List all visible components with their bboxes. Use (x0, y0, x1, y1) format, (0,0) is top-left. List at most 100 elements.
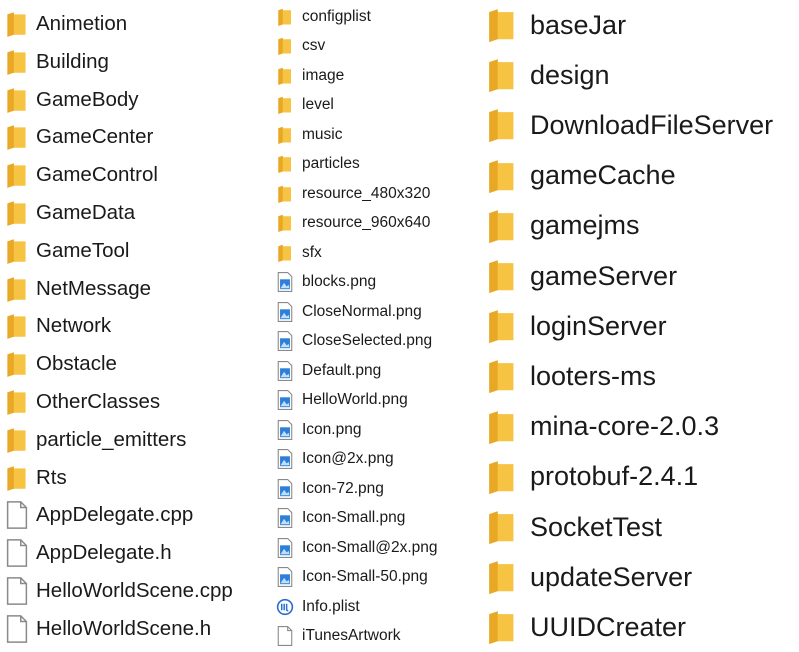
folder-item[interactable]: GameBody (0, 81, 139, 119)
item-label: HelloWorldScene.cpp (36, 579, 233, 602)
folder-item[interactable]: GameTool (0, 232, 129, 270)
folder-item[interactable]: level (270, 91, 334, 120)
folder-icon (276, 94, 294, 116)
item-label: DownloadFileServer (530, 109, 774, 140)
image-file-icon (276, 537, 294, 559)
item-label: Icon-Small-50.png (302, 568, 428, 585)
folder-icon (484, 306, 520, 346)
file-item[interactable]: Icon-Small-50.png (270, 563, 428, 592)
folder-icon (4, 85, 30, 115)
file-item[interactable]: Info.plist (270, 592, 360, 621)
folder-item[interactable]: image (270, 61, 344, 90)
item-label: Icon-72.png (302, 479, 384, 497)
folder-icon (484, 206, 520, 246)
item-label: protobuf-2.4.1 (530, 461, 699, 492)
file-item[interactable]: HelloWorld.png (270, 386, 408, 415)
file-item[interactable]: Icon-Small@2x.png (270, 533, 438, 562)
folder-item[interactable]: NetMessage (0, 270, 151, 308)
folder-item[interactable]: Obstacle (0, 345, 117, 383)
folder-icon (484, 557, 520, 597)
folder-item[interactable]: particle_emitters (0, 421, 186, 459)
file-item[interactable]: Icon@2x.png (270, 445, 394, 474)
folder-item[interactable]: looters-ms (478, 351, 656, 401)
item-label: Icon-Small.png (302, 509, 406, 526)
folder-item[interactable]: baseJar (478, 0, 626, 50)
item-label: Icon.png (302, 420, 362, 438)
folder-item[interactable]: gamejms (478, 201, 640, 251)
file-item[interactable]: iTunesArtwork (270, 622, 400, 651)
item-label: Obstacle (36, 352, 117, 376)
item-label: baseJar (530, 9, 627, 40)
folder-item[interactable]: gameCache (478, 151, 676, 201)
folder-icon (4, 349, 30, 379)
folder-item[interactable]: resource_960x640 (270, 209, 430, 238)
folder-icon (484, 256, 520, 296)
folder-icon (484, 105, 520, 145)
folder-icon (276, 35, 294, 57)
item-label: AppDelegate.h (36, 541, 172, 565)
file-item[interactable]: Default.png (270, 356, 381, 385)
folder-item[interactable]: sfx (270, 238, 322, 267)
folder-item[interactable]: SocketTest (478, 502, 662, 552)
folder-item[interactable]: GameCenter (0, 118, 153, 156)
item-label: HelloWorldScene.h (36, 616, 212, 640)
folder-item[interactable]: Animetion (0, 5, 127, 43)
item-label: GameData (36, 201, 136, 224)
folder-item[interactable]: music (270, 120, 342, 149)
item-label: UUIDCreater (530, 611, 687, 642)
folder-icon (484, 5, 520, 45)
folder-item[interactable]: DownloadFileServer (478, 100, 773, 150)
folder-icon (4, 9, 30, 39)
folder-item[interactable]: mina-core-2.0.3 (478, 402, 719, 452)
file-icon (4, 500, 30, 530)
file-item[interactable]: HelloWorldScene.cpp (0, 572, 233, 610)
item-label: Network (36, 314, 112, 338)
folder-item[interactable]: Network (0, 307, 111, 345)
folder-item[interactable]: Rts (0, 459, 67, 497)
folder-icon (4, 47, 30, 77)
folder-item[interactable]: design (478, 50, 610, 100)
file-item[interactable]: Icon-72.png (270, 474, 384, 503)
folder-item[interactable]: UUIDCreater (478, 602, 686, 652)
item-label: sfx (302, 243, 322, 261)
file-item[interactable]: HelloWorldScene.h (0, 610, 211, 648)
image-file-icon (276, 448, 294, 470)
item-label: AppDelegate.cpp (36, 503, 194, 527)
folder-item[interactable]: loginServer (478, 301, 667, 351)
folder-icon (276, 183, 294, 205)
folder-icon (484, 156, 520, 196)
item-label: gamejms (530, 210, 640, 241)
plist-file-icon (276, 596, 294, 618)
image-file-icon (276, 301, 294, 323)
file-item[interactable]: CloseSelected.png (270, 327, 432, 356)
item-label: Default.png (302, 361, 382, 379)
folder-item[interactable]: updateServer (478, 552, 692, 602)
folder-item[interactable]: particles (270, 150, 360, 179)
folder-icon (484, 457, 520, 497)
folder-item[interactable]: Building (0, 43, 109, 81)
folder-icon (4, 160, 30, 190)
folder-item[interactable]: csv (270, 32, 325, 61)
file-item[interactable]: Icon.png (270, 415, 361, 444)
item-label: Icon@2x.png (302, 450, 394, 467)
file-item[interactable]: AppDelegate.h (0, 534, 172, 572)
file-item[interactable]: CloseNormal.png (270, 297, 422, 326)
item-label: CloseSelected.png (302, 332, 433, 349)
folder-item[interactable]: resource_480x320 (270, 179, 430, 208)
folder-item[interactable]: configplist (270, 2, 371, 31)
folder-item[interactable]: protobuf-2.4.1 (478, 452, 698, 502)
file-item[interactable]: AppDelegate.cpp (0, 496, 193, 534)
folder-icon (276, 124, 294, 146)
item-label: resource_960x640 (302, 214, 431, 231)
item-label: GameTool (36, 238, 130, 262)
folder-icon (276, 6, 294, 28)
folder-icon (276, 212, 294, 234)
file-item[interactable]: blocks.png (270, 268, 376, 297)
folder-item[interactable]: GameControl (0, 156, 158, 194)
folder-icon (484, 607, 520, 647)
folder-item[interactable]: OtherClasses (0, 383, 160, 421)
item-label: image (302, 66, 345, 84)
folder-item[interactable]: GameData (0, 194, 135, 232)
folder-item[interactable]: gameServer (478, 251, 677, 301)
file-item[interactable]: Icon-Small.png (270, 504, 405, 533)
